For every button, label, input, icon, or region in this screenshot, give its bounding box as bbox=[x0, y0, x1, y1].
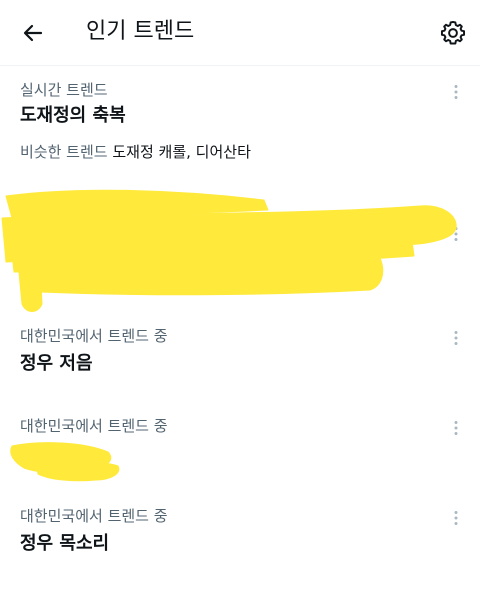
trend-context: 대한민국에서 트렌드 중 bbox=[20, 507, 168, 525]
more-options-button[interactable] bbox=[444, 80, 468, 104]
more-options-button[interactable] bbox=[444, 416, 468, 440]
gear-icon bbox=[440, 20, 466, 45]
trend-name: 정우 목소리 bbox=[20, 533, 110, 554]
related-trends-label: 비슷한 트렌드 bbox=[20, 143, 108, 161]
trend-item-redacted[interactable] bbox=[0, 180, 480, 320]
more-options-button[interactable] bbox=[444, 506, 468, 530]
more-vertical-icon bbox=[454, 331, 458, 345]
trend-item-realtime[interactable]: 실시간 트렌드 도재정의 축복 비슷한 트렌드 도재정 캐롤, 디어산타 bbox=[0, 66, 480, 170]
more-options-button[interactable] bbox=[444, 222, 468, 246]
arrow-left-icon bbox=[23, 24, 43, 42]
top-app-bar: 인기 트렌드 bbox=[0, 0, 480, 66]
page-title: 인기 트렌드 bbox=[86, 19, 195, 44]
settings-button[interactable] bbox=[434, 14, 472, 52]
trend-name: 정우 저음 bbox=[20, 353, 93, 374]
trend-item[interactable]: 대한민국에서 트렌드 중 bbox=[0, 406, 480, 486]
more-vertical-icon bbox=[454, 227, 458, 241]
trend-item[interactable]: 대한민국에서 트렌드 중 정우 목소리 bbox=[0, 496, 480, 576]
trend-context: 실시간 트렌드 bbox=[20, 81, 108, 99]
trend-item[interactable]: 대한민국에서 트렌드 중 정우 저음 bbox=[0, 316, 480, 396]
trend-context: 대한민국에서 트렌드 중 bbox=[20, 417, 168, 435]
related-trends: 비슷한 트렌드 도재정 캐롤, 디어산타 bbox=[20, 142, 251, 162]
back-button[interactable] bbox=[14, 14, 52, 52]
more-options-button[interactable] bbox=[444, 326, 468, 350]
more-vertical-icon bbox=[454, 511, 458, 525]
trend-name: 도재정의 축복 bbox=[20, 105, 126, 126]
trend-context: 대한민국에서 트렌드 중 bbox=[20, 327, 168, 345]
more-vertical-icon bbox=[454, 421, 458, 435]
related-trends-terms[interactable]: 도재정 캐롤, 디어산타 bbox=[112, 143, 251, 161]
more-vertical-icon bbox=[454, 85, 458, 99]
